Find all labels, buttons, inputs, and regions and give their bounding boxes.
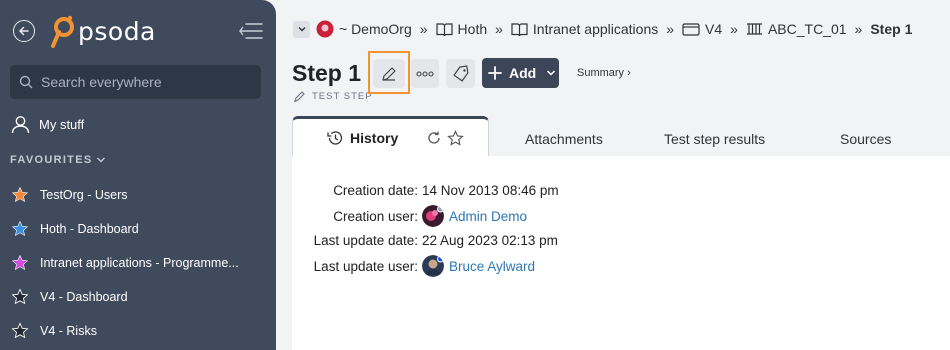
add-button[interactable]: Add: [482, 58, 559, 88]
breadcrumb-dropdown-button[interactable]: [293, 20, 310, 38]
pencil-icon: [382, 66, 396, 81]
breadcrumb-label: V4: [705, 21, 723, 37]
breadcrumb: ~ DemoOrg » Hoth » Intranet applications…: [293, 20, 912, 38]
update-user-row: Last update user: Bruce Aylward: [306, 255, 535, 277]
creation-user-row: Creation user: Admin Demo: [306, 205, 527, 227]
star-outline-icon[interactable]: [447, 129, 465, 147]
page-title: Step 1: [292, 60, 362, 86]
plus-icon: [488, 66, 502, 80]
tab-sources[interactable]: Sources: [840, 131, 891, 147]
avatar: [422, 255, 444, 277]
edit-button[interactable]: [373, 59, 405, 88]
main-area: ~ DemoOrg » Hoth » Intranet applications…: [276, 0, 950, 350]
breadcrumb-separator: »: [730, 21, 738, 37]
creation-user-link[interactable]: Admin Demo: [449, 209, 527, 224]
collapse-sidebar-button[interactable]: [237, 20, 263, 42]
chevron-down-icon: [547, 70, 556, 76]
creation-date-value: 14 Nov 2013 08:46 pm: [422, 183, 559, 198]
tag-icon: [452, 64, 469, 82]
history-panel: Creation date: 14 Nov 2013 08:46 pm Crea…: [292, 156, 950, 350]
sidebar: psoda My stuff FAVOURITES TestOrg - User…: [0, 0, 276, 350]
update-user-link[interactable]: Bruce Aylward: [449, 259, 535, 274]
ellipsis-icon: [416, 70, 434, 77]
update-date-label: Last update date:: [313, 233, 418, 248]
logo-mark-icon: [51, 15, 74, 48]
my-stuff-link[interactable]: My stuff: [11, 115, 84, 134]
update-date-value: 22 Aug 2023 02:13 pm: [422, 233, 558, 248]
breadcrumb-org-label: ~ DemoOrg: [339, 21, 412, 37]
add-button-label: Add: [509, 65, 537, 81]
favourite-label: V4 - Risks: [40, 324, 97, 338]
tab-test-step-results[interactable]: Test step results: [664, 131, 765, 147]
window-icon: [682, 22, 700, 36]
favourite-label: Hoth - Dashboard: [40, 222, 139, 236]
breadcrumb-programme[interactable]: Intranet applications: [511, 21, 658, 37]
favourite-item[interactable]: Hoth - Dashboard: [11, 212, 271, 246]
favourite-label: V4 - Dashboard: [40, 290, 128, 304]
star-icon: [11, 322, 29, 339]
favourite-item[interactable]: V4 - Risks: [11, 314, 271, 348]
breadcrumb-current: Step 1: [870, 21, 913, 37]
tab-history-label: History: [350, 130, 399, 146]
breadcrumb-separator: »: [854, 21, 863, 37]
avatar: [422, 205, 444, 227]
breadcrumb-project[interactable]: V4: [682, 21, 722, 37]
favourite-item[interactable]: TestOrg - Users: [11, 178, 271, 212]
favourites-label: FAVOURITES: [10, 154, 93, 166]
back-button[interactable]: [13, 20, 35, 42]
favourites-list: TestOrg - Users Hoth - Dashboard Intrane…: [11, 178, 271, 348]
psoda-logo[interactable]: psoda: [50, 14, 156, 48]
breadcrumb-label: ABC_TC_01: [767, 21, 847, 37]
book-icon: [511, 22, 528, 36]
creation-date-label: Creation date:: [333, 183, 418, 198]
arrow-left-icon: [18, 26, 29, 36]
creation-date-row: Creation date: 14 Nov 2013 08:46 pm: [306, 183, 559, 198]
refresh-icon[interactable]: [426, 130, 442, 146]
chevron-down-icon: [97, 157, 106, 163]
breadcrumb-test-case[interactable]: ABC_TC_01: [746, 21, 847, 37]
favourites-header[interactable]: FAVOURITES: [10, 154, 107, 166]
test-case-icon: [746, 23, 762, 35]
pencil-ruler-icon: [294, 91, 305, 103]
update-date-row: Last update date: 22 Aug 2023 02:13 pm: [306, 233, 558, 248]
creation-user-label: Creation user:: [333, 208, 418, 224]
favourite-item[interactable]: Intranet applications - Programme...: [11, 246, 271, 280]
item-type-label: TEST STEP: [293, 90, 373, 103]
summary-link[interactable]: Summary ›: [577, 67, 631, 79]
search-box[interactable]: [10, 65, 261, 99]
book-icon: [435, 22, 453, 36]
logo-text: psoda: [78, 16, 156, 46]
breadcrumb-separator: »: [419, 21, 428, 37]
update-user-label: Last update user:: [313, 258, 418, 274]
tab-history[interactable]: History: [292, 116, 489, 157]
breadcrumb-separator: »: [666, 21, 675, 37]
star-icon: [11, 288, 29, 305]
tab-attachments[interactable]: Attachments: [525, 131, 603, 147]
chevron-down-icon: [298, 27, 305, 32]
breadcrumb-org[interactable]: ~ DemoOrg: [316, 20, 412, 38]
org-logo-icon: [316, 20, 334, 38]
breadcrumb-separator: »: [495, 21, 503, 37]
history-icon: [327, 131, 343, 145]
search-icon: [19, 75, 33, 89]
user-icon: [11, 116, 30, 134]
breadcrumb-portfolio[interactable]: Hoth: [435, 21, 488, 37]
menu-collapse-icon: [239, 23, 263, 39]
star-icon: [11, 186, 29, 202]
star-icon: [11, 220, 29, 236]
favourite-label: Intranet applications - Programme...: [40, 256, 239, 270]
breadcrumb-label: Hoth: [457, 21, 488, 37]
search-input[interactable]: [41, 74, 241, 90]
star-icon: [11, 254, 29, 270]
tag-button[interactable]: [446, 59, 475, 88]
favourite-label: TestOrg - Users: [40, 188, 128, 202]
more-options-button[interactable]: [411, 59, 439, 88]
item-type-text: TEST STEP: [312, 91, 373, 102]
favourite-item[interactable]: V4 - Dashboard: [11, 280, 271, 314]
breadcrumb-label: Intranet applications: [532, 21, 659, 37]
my-stuff-label: My stuff: [39, 117, 85, 132]
